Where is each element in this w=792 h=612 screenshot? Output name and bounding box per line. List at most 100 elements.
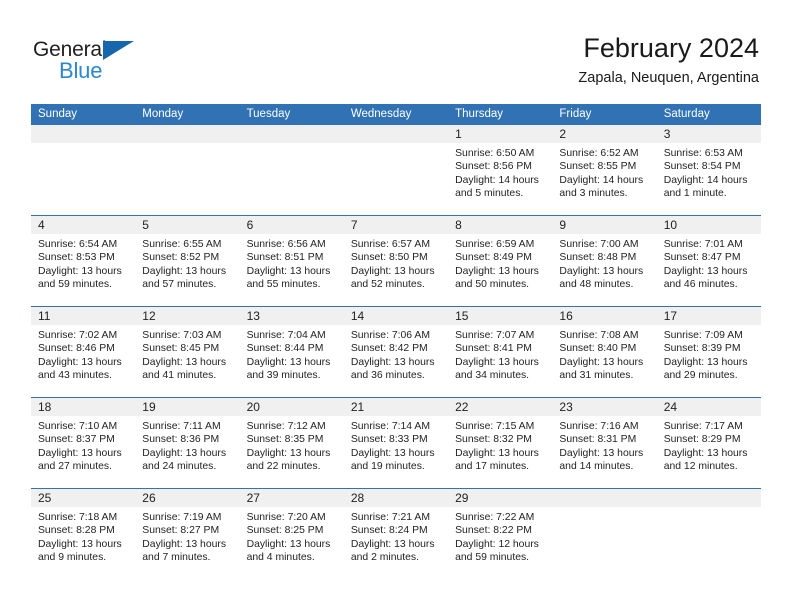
day-cell[interactable]: 2 Sunrise: 6:52 AM Sunset: 8:55 PM Dayli… — [552, 125, 657, 215]
day-cell[interactable]: 23 Sunrise: 7:16 AM Sunset: 8:31 PM Dayl… — [552, 398, 657, 488]
day-cell[interactable]: 18 Sunrise: 7:10 AM Sunset: 8:37 PM Dayl… — [31, 398, 136, 488]
daylight-text-line1: Daylight: 13 hours — [559, 447, 644, 459]
day-number: 15 — [455, 309, 469, 323]
daylight-text-line1: Daylight: 13 hours — [350, 447, 435, 459]
weekday-header-friday: Friday — [559, 108, 592, 120]
title-block: February 2024 Zapala, Neuquen, Argentina — [578, 32, 759, 87]
sunrise-text: Sunrise: 7:12 AM — [246, 421, 326, 432]
daylight-text-line1: Daylight: 13 hours — [455, 265, 539, 277]
sunset-text: Sunset: 8:37 PM — [38, 434, 115, 446]
day-cell[interactable]: 8 Sunrise: 6:59 AM Sunset: 8:49 PM Dayli… — [448, 216, 553, 306]
sunset-text: Sunset: 8:52 PM — [142, 252, 220, 264]
day-cell[interactable]: 24 Sunrise: 7:17 AM Sunset: 8:29 PM Dayl… — [656, 398, 761, 488]
daylight-text-line2: and 41 minutes. — [142, 370, 217, 382]
sunrise-text: Sunrise: 7:22 AM — [455, 512, 535, 523]
daylight-text-line2: and 48 minutes. — [559, 279, 634, 291]
sunrise-text: Sunrise: 7:14 AM — [350, 421, 430, 432]
day-cell[interactable]: 3 Sunrise: 6:53 AM Sunset: 8:54 PM Dayli… — [656, 125, 761, 215]
sunrise-text: Sunrise: 7:17 AM — [663, 421, 743, 432]
day-cell[interactable]: 1 Sunrise: 6:50 AM Sunset: 8:56 PM Dayli… — [448, 125, 553, 215]
daylight-text-line1: Daylight: 13 hours — [350, 356, 435, 368]
day-cell[interactable]: 20 Sunrise: 7:12 AM Sunset: 8:35 PM Dayl… — [239, 398, 344, 488]
day-number: 14 — [350, 309, 365, 323]
day-cell[interactable]: 25 Sunrise: 7:18 AM Sunset: 8:28 PM Dayl… — [31, 489, 136, 579]
day-cell[interactable] — [343, 125, 449, 215]
sunset-text: Sunset: 8:44 PM — [246, 343, 324, 355]
daylight-text-line2: and 3 minutes. — [559, 188, 628, 200]
day-cell[interactable] — [552, 489, 657, 579]
day-cell[interactable]: 19 Sunrise: 7:11 AM Sunset: 8:36 PM Dayl… — [135, 398, 240, 488]
day-number: 23 — [559, 400, 573, 414]
sunset-text: Sunset: 8:33 PM — [350, 434, 428, 446]
day-cell[interactable]: 27 Sunrise: 7:20 AM Sunset: 8:25 PM Dayl… — [239, 489, 344, 579]
sunrise-text: Sunrise: 6:56 AM — [246, 239, 326, 250]
day-cell[interactable] — [656, 489, 761, 579]
day-cell[interactable] — [135, 125, 240, 215]
sunset-text: Sunset: 8:56 PM — [455, 161, 532, 173]
day-number: 16 — [559, 309, 573, 323]
day-cell[interactable]: 26 Sunrise: 7:19 AM Sunset: 8:27 PM Dayl… — [135, 489, 240, 579]
day-number-band — [135, 125, 240, 143]
day-number-band: 14 — [343, 307, 449, 325]
day-number-band: 3 — [656, 125, 761, 143]
daylight-text-line1: Daylight: 13 hours — [663, 447, 748, 459]
day-details: Sunrise: 7:08 AM Sunset: 8:40 PM Dayligh… — [552, 325, 656, 383]
daylight-text-line1: Daylight: 14 hours — [663, 174, 748, 186]
day-details: Sunrise: 7:18 AM Sunset: 8:28 PM Dayligh… — [31, 507, 135, 565]
sunrise-text: Sunrise: 7:20 AM — [246, 512, 326, 523]
day-cell[interactable]: 21 Sunrise: 7:14 AM Sunset: 8:33 PM Dayl… — [343, 398, 449, 488]
day-cell[interactable]: 14 Sunrise: 7:06 AM Sunset: 8:42 PM Dayl… — [343, 307, 449, 397]
sunset-text: Sunset: 8:32 PM — [455, 434, 532, 446]
sunset-text: Sunset: 8:42 PM — [350, 343, 428, 355]
sunset-text: Sunset: 8:31 PM — [559, 434, 637, 446]
weekday-header-thursday: Thursday — [455, 108, 504, 120]
day-cell[interactable]: 6 Sunrise: 6:56 AM Sunset: 8:51 PM Dayli… — [239, 216, 344, 306]
day-cell[interactable]: 7 Sunrise: 6:57 AM Sunset: 8:50 PM Dayli… — [343, 216, 449, 306]
day-cell[interactable]: 15 Sunrise: 7:07 AM Sunset: 8:41 PM Dayl… — [448, 307, 553, 397]
page-header: General Blue February 2024 Zapala, Neuqu… — [0, 0, 792, 104]
day-details: Sunrise: 7:20 AM Sunset: 8:25 PM Dayligh… — [240, 507, 344, 565]
day-details: Sunrise: 7:04 AM Sunset: 8:44 PM Dayligh… — [240, 325, 344, 383]
day-number-band — [656, 489, 761, 507]
calendar-page: General Blue February 2024 Zapala, Neuqu… — [0, 0, 792, 612]
sunrise-text: Sunrise: 6:53 AM — [663, 148, 743, 159]
daylight-text-line1: Daylight: 13 hours — [663, 356, 748, 368]
day-number: 20 — [246, 400, 260, 414]
sunset-text: Sunset: 8:35 PM — [246, 434, 324, 446]
day-number-band: 9 — [552, 216, 657, 234]
day-number: 26 — [142, 491, 156, 505]
day-cell[interactable]: 13 Sunrise: 7:04 AM Sunset: 8:44 PM Dayl… — [239, 307, 344, 397]
day-number-band: 17 — [656, 307, 761, 325]
day-cell[interactable]: 5 Sunrise: 6:55 AM Sunset: 8:52 PM Dayli… — [135, 216, 240, 306]
sunrise-text: Sunrise: 6:59 AM — [455, 239, 535, 250]
day-cell[interactable]: 28 Sunrise: 7:21 AM Sunset: 8:24 PM Dayl… — [343, 489, 449, 579]
day-cell[interactable]: 9 Sunrise: 7:00 AM Sunset: 8:48 PM Dayli… — [552, 216, 657, 306]
day-cell[interactable]: 12 Sunrise: 7:03 AM Sunset: 8:45 PM Dayl… — [135, 307, 240, 397]
day-cell[interactable] — [31, 125, 136, 215]
weekday-header-sunday: Sunday — [38, 108, 78, 120]
day-details: Sunrise: 7:22 AM Sunset: 8:22 PM Dayligh… — [448, 507, 552, 565]
daylight-text-line1: Daylight: 13 hours — [142, 265, 227, 277]
day-cell[interactable] — [239, 125, 344, 215]
day-number-band: 4 — [31, 216, 136, 234]
day-details: Sunrise: 6:57 AM Sunset: 8:50 PM Dayligh… — [344, 234, 448, 292]
day-number-band: 25 — [31, 489, 136, 507]
sunset-text: Sunset: 8:28 PM — [38, 525, 115, 537]
day-details: Sunrise: 7:14 AM Sunset: 8:33 PM Dayligh… — [344, 416, 448, 474]
day-cell[interactable]: 29 Sunrise: 7:22 AM Sunset: 8:22 PM Dayl… — [448, 489, 553, 579]
day-cell[interactable]: 10 Sunrise: 7:01 AM Sunset: 8:47 PM Dayl… — [656, 216, 761, 306]
sunset-text: Sunset: 8:49 PM — [455, 252, 532, 264]
day-number: 29 — [455, 491, 469, 505]
day-number-band: 19 — [135, 398, 240, 416]
day-cell[interactable]: 4 Sunrise: 6:54 AM Sunset: 8:53 PM Dayli… — [31, 216, 136, 306]
day-cell[interactable]: 11 Sunrise: 7:02 AM Sunset: 8:46 PM Dayl… — [31, 307, 136, 397]
day-cell[interactable]: 17 Sunrise: 7:09 AM Sunset: 8:39 PM Dayl… — [656, 307, 761, 397]
day-number-band: 23 — [552, 398, 657, 416]
daylight-text-line2: and 36 minutes. — [350, 370, 425, 382]
day-details: Sunrise: 7:21 AM Sunset: 8:24 PM Dayligh… — [344, 507, 448, 565]
daylight-text-line1: Daylight: 13 hours — [455, 447, 539, 459]
sunrise-text: Sunrise: 6:55 AM — [142, 239, 222, 250]
day-cell[interactable]: 22 Sunrise: 7:15 AM Sunset: 8:32 PM Dayl… — [448, 398, 553, 488]
day-cell[interactable]: 16 Sunrise: 7:08 AM Sunset: 8:40 PM Dayl… — [552, 307, 657, 397]
day-number: 3 — [663, 127, 671, 141]
